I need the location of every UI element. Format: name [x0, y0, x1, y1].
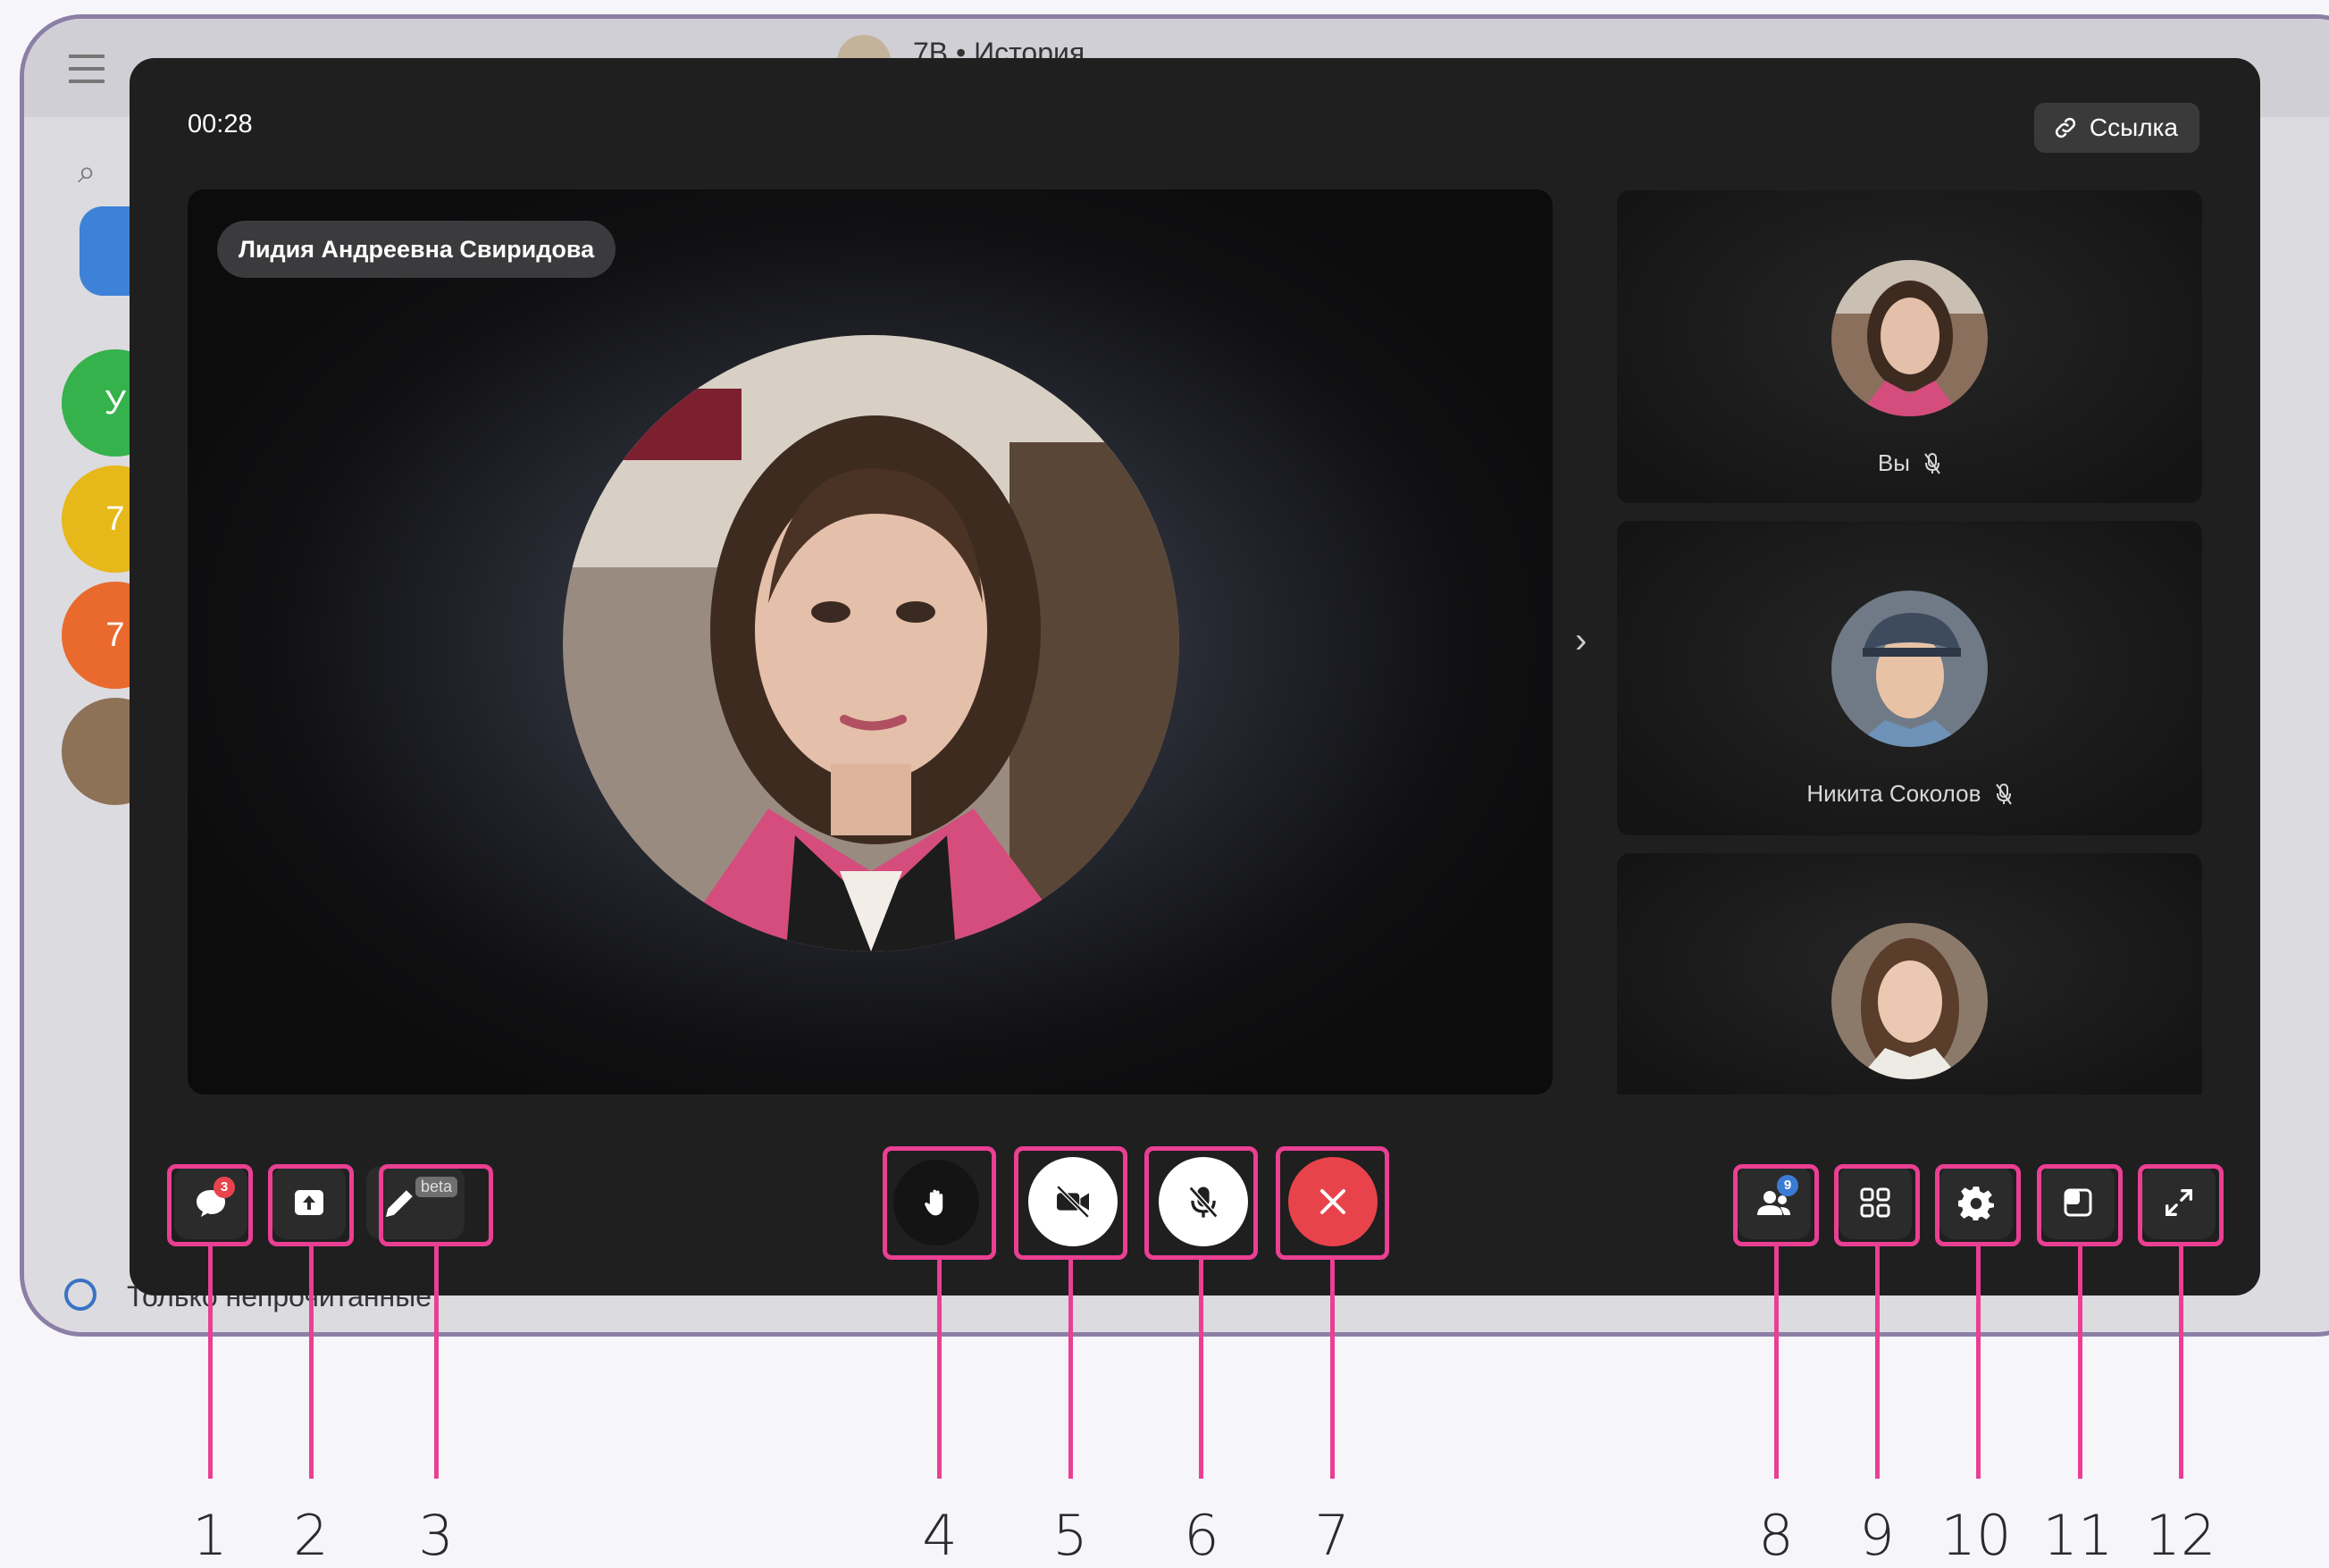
- annotation-leader-line: [1875, 1246, 1880, 1479]
- participant-name: Вы: [1877, 449, 1910, 476]
- participant-tile[interactable]: Никита Соколов: [1617, 521, 2202, 835]
- mic-off-icon: [1995, 784, 2012, 805]
- main-speaker-video: Лидия Андреевна Свиридова: [188, 189, 1553, 1094]
- video-call-window: 00:28 Ссылка Лидия Андреевна Свиридова ›…: [130, 58, 2260, 1295]
- annotation-number: 3: [418, 1503, 454, 1568]
- participant-tile[interactable]: Вы: [1617, 190, 2202, 503]
- annotation-number: 8: [1758, 1503, 1794, 1568]
- chat-initial: У: [104, 384, 127, 422]
- annotation-leader-line: [1068, 1260, 1073, 1479]
- participant-avatar: [1831, 260, 1988, 416]
- participant-label: Никита Соколов: [1617, 780, 2202, 808]
- annotation-number: 2: [293, 1503, 329, 1568]
- annotation-highlight: [268, 1164, 354, 1246]
- annotation-number: 7: [1314, 1503, 1350, 1568]
- annotation-number: 12: [2145, 1503, 2216, 1568]
- annotation-number: 1: [192, 1503, 228, 1568]
- annotation-leader-line: [2078, 1246, 2082, 1479]
- mic-off-icon: [1924, 453, 1940, 474]
- annotation-highlight: [167, 1164, 253, 1246]
- search-icon[interactable]: ⌕: [78, 153, 96, 191]
- speaker-name: Лидия Андреевна Свиридова: [217, 221, 616, 278]
- participant-avatar: [1831, 923, 1988, 1079]
- annotation-leader-line: [2179, 1246, 2183, 1479]
- annotation-number: 4: [922, 1503, 958, 1568]
- annotation-highlight: [1276, 1146, 1389, 1260]
- annotation-number: 9: [1859, 1503, 1895, 1568]
- copy-link-button[interactable]: Ссылка: [2033, 103, 2199, 153]
- annotation-highlight: [1014, 1146, 1127, 1260]
- call-timer: 00:28: [188, 110, 253, 138]
- chevron-right-icon[interactable]: ›: [1575, 621, 1587, 661]
- annotation-number: 6: [1184, 1503, 1219, 1568]
- annotation-number: 10: [1940, 1503, 2012, 1568]
- speaker-avatar: [563, 335, 1179, 952]
- annotation-highlight: [2037, 1164, 2123, 1246]
- link-icon: [2055, 117, 2075, 138]
- participant-name: Никита Соколов: [1806, 780, 1981, 807]
- annotation-highlight: [1935, 1164, 2021, 1246]
- annotation-leader-line: [1330, 1260, 1335, 1479]
- chat-bubble-icon: [64, 1279, 96, 1311]
- annotation-highlight: [2138, 1164, 2224, 1246]
- chat-initial: 7: [105, 616, 125, 654]
- annotation-highlight: [883, 1146, 996, 1260]
- annotation-leader-line: [1774, 1246, 1779, 1479]
- annotation-leader-line: [1976, 1246, 1981, 1479]
- annotation-leader-line: [1199, 1260, 1203, 1479]
- copy-link-label: Ссылка: [2089, 113, 2178, 141]
- annotation-highlight: [1144, 1146, 1258, 1260]
- participant-tile[interactable]: [1617, 853, 2202, 1094]
- annotation-highlight: [1733, 1164, 1819, 1246]
- annotation-leader-line: [937, 1260, 942, 1479]
- participant-label: Вы: [1617, 449, 2202, 477]
- chat-initial: 7: [105, 500, 125, 538]
- annotation-number: 11: [2042, 1503, 2114, 1568]
- annotation-highlight: [379, 1164, 493, 1246]
- annotation-leader-line: [208, 1246, 213, 1479]
- menu-icon[interactable]: [69, 55, 105, 83]
- annotation-leader-line: [434, 1246, 439, 1479]
- annotation-number: 5: [1052, 1503, 1088, 1568]
- annotation-leader-line: [309, 1246, 314, 1479]
- participant-avatar: [1831, 591, 1988, 747]
- annotation-highlight: [1834, 1164, 1920, 1246]
